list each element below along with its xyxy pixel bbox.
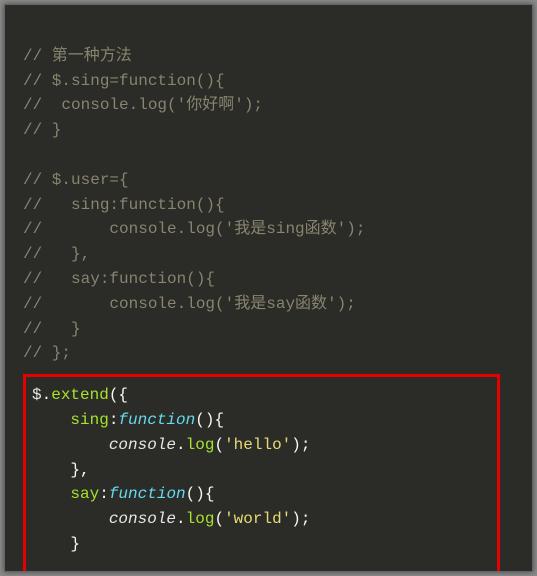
code-line: $.extend({ xyxy=(32,386,128,404)
comment-line: // $.user={ xyxy=(23,171,129,189)
highlight-box: $.extend({ sing:function(){ console.log(… xyxy=(23,374,500,572)
comment-line: // 第一种方法 xyxy=(23,47,132,65)
comment-line: // }; xyxy=(23,344,71,362)
comment-line: // } xyxy=(23,320,81,338)
code-line: console.log('hello'); xyxy=(32,436,310,454)
comment-line: // $.sing=function(){ xyxy=(23,72,225,90)
comment-line: // sing:function(){ xyxy=(23,196,225,214)
comment-line: // console.log('我是say函数'); xyxy=(23,295,356,313)
code-line: say:function(){ xyxy=(32,485,214,503)
code-line: }, xyxy=(32,461,90,479)
comment-line: // say:function(){ xyxy=(23,270,215,288)
comment-line: // } xyxy=(23,121,61,139)
comment-line: // console.log('我是sing函数'); xyxy=(23,220,365,238)
code-line: sing:function(){ xyxy=(32,411,224,429)
comment-line: // }, xyxy=(23,245,90,263)
code-line: console.log('world'); xyxy=(32,510,310,528)
code-editor[interactable]: // 第一种方法 // $.sing=function(){ // consol… xyxy=(4,4,533,572)
code-line: } xyxy=(32,535,80,553)
comment-line: // console.log('你好啊'); xyxy=(23,96,263,114)
